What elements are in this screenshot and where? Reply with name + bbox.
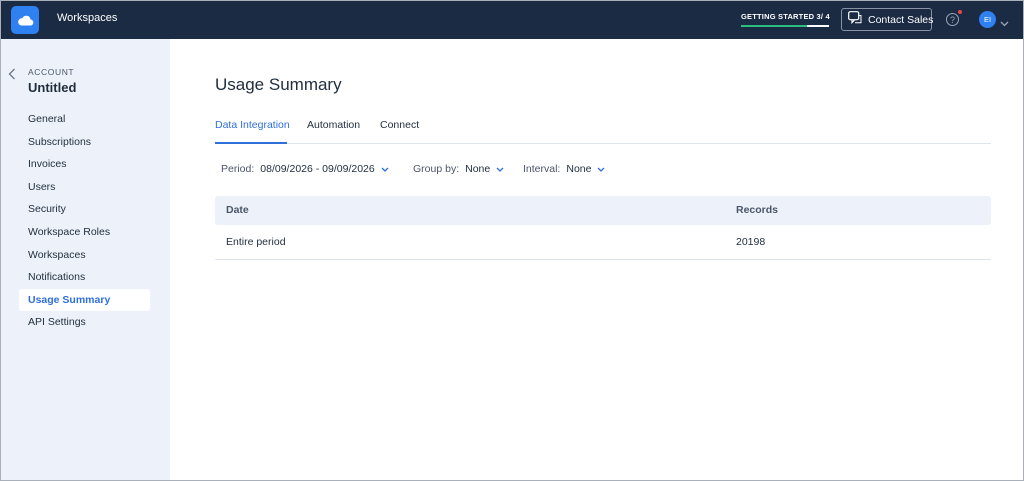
main-content: Usage Summary Data Integration Automatio… xyxy=(170,39,1023,480)
chevron-left-icon[interactable] xyxy=(8,67,16,85)
sidebar-item-usage-summary[interactable]: Usage Summary xyxy=(19,288,150,312)
chevron-down-icon xyxy=(496,163,504,175)
help-icon[interactable]: ? xyxy=(946,13,959,26)
contact-sales-label: Contact Sales xyxy=(868,13,934,26)
progress-fill xyxy=(741,25,807,27)
group-by-filter[interactable]: Group by: None xyxy=(413,163,504,175)
getting-started-progress[interactable]: GETTING STARTED 3/ 4 xyxy=(741,12,831,27)
sidebar-item-general[interactable]: General xyxy=(19,108,150,131)
chevron-down-icon xyxy=(381,163,389,175)
sidebar-nav: General Subscriptions Invoices Users Sec… xyxy=(19,108,150,334)
chat-icon xyxy=(848,10,862,29)
chevron-down-icon[interactable] xyxy=(1000,14,1009,32)
active-tab-indicator xyxy=(215,142,287,144)
sidebar-item-subscriptions[interactable]: Subscriptions xyxy=(19,131,150,154)
group-by-value: None xyxy=(465,163,491,175)
tab-automation[interactable]: Automation xyxy=(307,119,360,131)
column-header-date[interactable]: Date xyxy=(226,204,249,216)
app-window: Workspaces GETTING STARTED 3/ 4 Contact … xyxy=(0,0,1024,481)
usage-table: Date Records Entire period 20198 xyxy=(215,196,991,260)
interval-value: None xyxy=(566,163,592,175)
sidebar-item-workspaces[interactable]: Workspaces xyxy=(19,244,150,267)
chevron-down-icon xyxy=(597,163,605,175)
sidebar-item-notifications[interactable]: Notifications xyxy=(19,266,150,289)
top-bar: Workspaces GETTING STARTED 3/ 4 Contact … xyxy=(1,1,1023,39)
sidebar-item-security[interactable]: Security xyxy=(19,198,150,221)
tab-connect[interactable]: Connect xyxy=(380,119,419,131)
interval-filter[interactable]: Interval: None xyxy=(523,163,605,175)
sidebar-item-api-settings[interactable]: API Settings xyxy=(19,311,150,334)
cell-date: Entire period xyxy=(226,236,286,248)
getting-started-label: GETTING STARTED 3/ 4 xyxy=(741,12,830,21)
tab-bar: Data Integration Automation Connect xyxy=(215,111,991,144)
cell-records: 20198 xyxy=(736,236,766,248)
sidebar-item-users[interactable]: Users xyxy=(19,176,150,199)
app-title: Workspaces xyxy=(57,12,118,24)
sidebar-item-workspace-roles[interactable]: Workspace Roles xyxy=(19,221,150,244)
period-value: 08/09/2026 - 09/09/2026 xyxy=(260,163,375,175)
account-name: Untitled xyxy=(28,80,77,95)
group-by-label: Group by: xyxy=(413,163,460,175)
table-row: Entire period 20198 xyxy=(215,225,991,260)
sidebar: ACCOUNT Untitled General Subscriptions I… xyxy=(1,39,170,480)
notification-dot xyxy=(958,10,962,14)
progress-track xyxy=(741,25,829,27)
cloud-icon[interactable] xyxy=(11,6,39,34)
interval-label: Interval: xyxy=(523,163,561,175)
table-header: Date Records xyxy=(215,196,991,225)
contact-sales-button[interactable]: Contact Sales xyxy=(841,8,934,31)
account-section-label: ACCOUNT xyxy=(28,67,75,77)
page-title: Usage Summary xyxy=(215,75,342,94)
avatar[interactable]: EI xyxy=(979,11,996,28)
period-filter[interactable]: Period: 08/09/2026 - 09/09/2026 xyxy=(221,163,389,175)
sidebar-item-invoices[interactable]: Invoices xyxy=(19,153,150,176)
column-header-records[interactable]: Records xyxy=(736,204,778,216)
tab-data-integration[interactable]: Data Integration xyxy=(215,119,290,131)
period-label: Period: xyxy=(221,163,255,175)
